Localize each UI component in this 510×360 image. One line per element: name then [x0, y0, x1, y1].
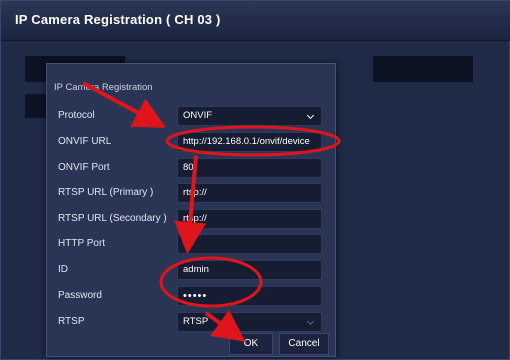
- window-titlebar: IP Camera Registration ( CH 03 ): [1, 1, 510, 41]
- rtsp-url-primary-input[interactable]: rtsp://: [177, 183, 322, 203]
- ip-camera-registration-window: IP Camera Registration ( CH 03 ) IP Came…: [0, 0, 510, 360]
- protocol-select[interactable]: ONVIF: [177, 106, 322, 126]
- http-port-input[interactable]: 80: [177, 234, 322, 254]
- window-title: IP Camera Registration ( CH 03 ): [15, 12, 221, 27]
- chevron-down-icon: [306, 111, 315, 120]
- http-port-label: HTTP Port: [58, 238, 106, 249]
- background-panel: [373, 56, 473, 82]
- password-input[interactable]: •••••: [177, 286, 322, 306]
- onvif-url-input[interactable]: http://192.168.0.1/onvif/device: [177, 132, 322, 152]
- rtsp-select[interactable]: RTSP: [177, 312, 322, 332]
- onvif-port-label: ONVIF Port: [58, 162, 110, 173]
- chevron-down-icon: [306, 317, 315, 326]
- rtsp-url-secondary-label: RTSP URL (Secondary ): [58, 213, 167, 224]
- onvif-url-label: ONVIF URL: [58, 136, 112, 147]
- ok-button[interactable]: OK: [229, 333, 273, 355]
- cancel-button[interactable]: Cancel: [279, 333, 329, 355]
- protocol-label: Protocol: [58, 110, 95, 121]
- rtsp-url-primary-label: RTSP URL (Primary ): [58, 187, 154, 198]
- registration-dialog: IP Camera Registration Protocol ONVIF ON…: [46, 63, 336, 357]
- rtsp-url-secondary-input[interactable]: rtsp://: [177, 209, 322, 229]
- id-label: ID: [58, 264, 68, 275]
- rtsp-label: RTSP: [58, 316, 85, 327]
- id-input[interactable]: admin: [177, 260, 322, 280]
- onvif-port-input[interactable]: 80: [177, 158, 322, 178]
- dialog-title: IP Camera Registration: [54, 82, 153, 93]
- password-label: Password: [58, 290, 102, 301]
- protocol-value: ONVIF: [183, 110, 213, 121]
- rtsp-select-value: RTSP: [183, 316, 209, 327]
